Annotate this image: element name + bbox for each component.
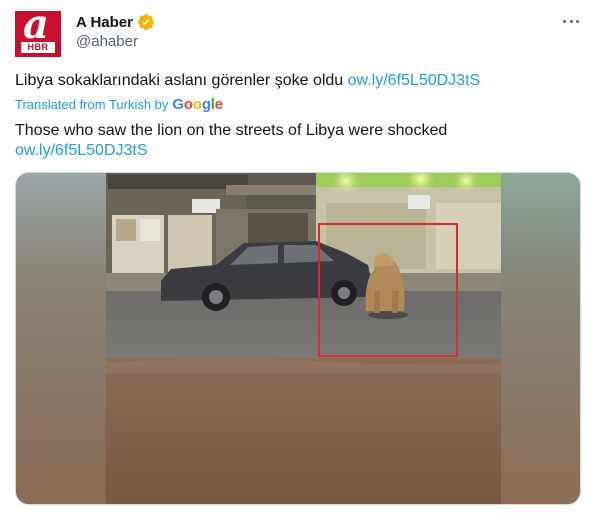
tweet-card: a HBR A Haber @ahaber Libya sokaklarında… xyxy=(0,0,591,513)
tweet-translated-link[interactable]: ow.ly/6f5L50DJ3tS xyxy=(15,141,148,161)
author-name-row: A Haber xyxy=(76,12,155,32)
google-logo: Google xyxy=(172,95,223,113)
display-name[interactable]: A Haber xyxy=(76,14,133,31)
more-horizontal-icon xyxy=(563,19,566,23)
tweet-original-text: Libya sokaklarındaki aslanı görenler şok… xyxy=(15,72,480,90)
avatar-logo-badge: HBR xyxy=(21,42,55,53)
avatar[interactable]: a HBR xyxy=(15,11,61,57)
author-handle[interactable]: @ahaber xyxy=(76,33,138,50)
verified-badge-icon[interactable] xyxy=(137,13,155,31)
video-frame-image xyxy=(16,173,580,504)
tweet-original-body: Libya sokaklarındaki aslanı görenler şok… xyxy=(15,72,344,89)
tweet-original-link[interactable]: ow.ly/6f5L50DJ3tS xyxy=(348,72,481,89)
translation-attribution[interactable]: Translated from Turkish by Google xyxy=(15,95,223,113)
more-options-button[interactable] xyxy=(560,13,582,29)
video-thumbnail[interactable] xyxy=(15,172,581,505)
tweet-translated-text: Those who saw the lion on the streets of… xyxy=(15,122,448,139)
translated-by-label: Translated from Turkish by xyxy=(15,96,169,112)
more-horizontal-icon-dot xyxy=(576,19,579,23)
avatar-logo-letter: a xyxy=(23,11,49,48)
more-horizontal-icon-dot xyxy=(569,19,573,23)
